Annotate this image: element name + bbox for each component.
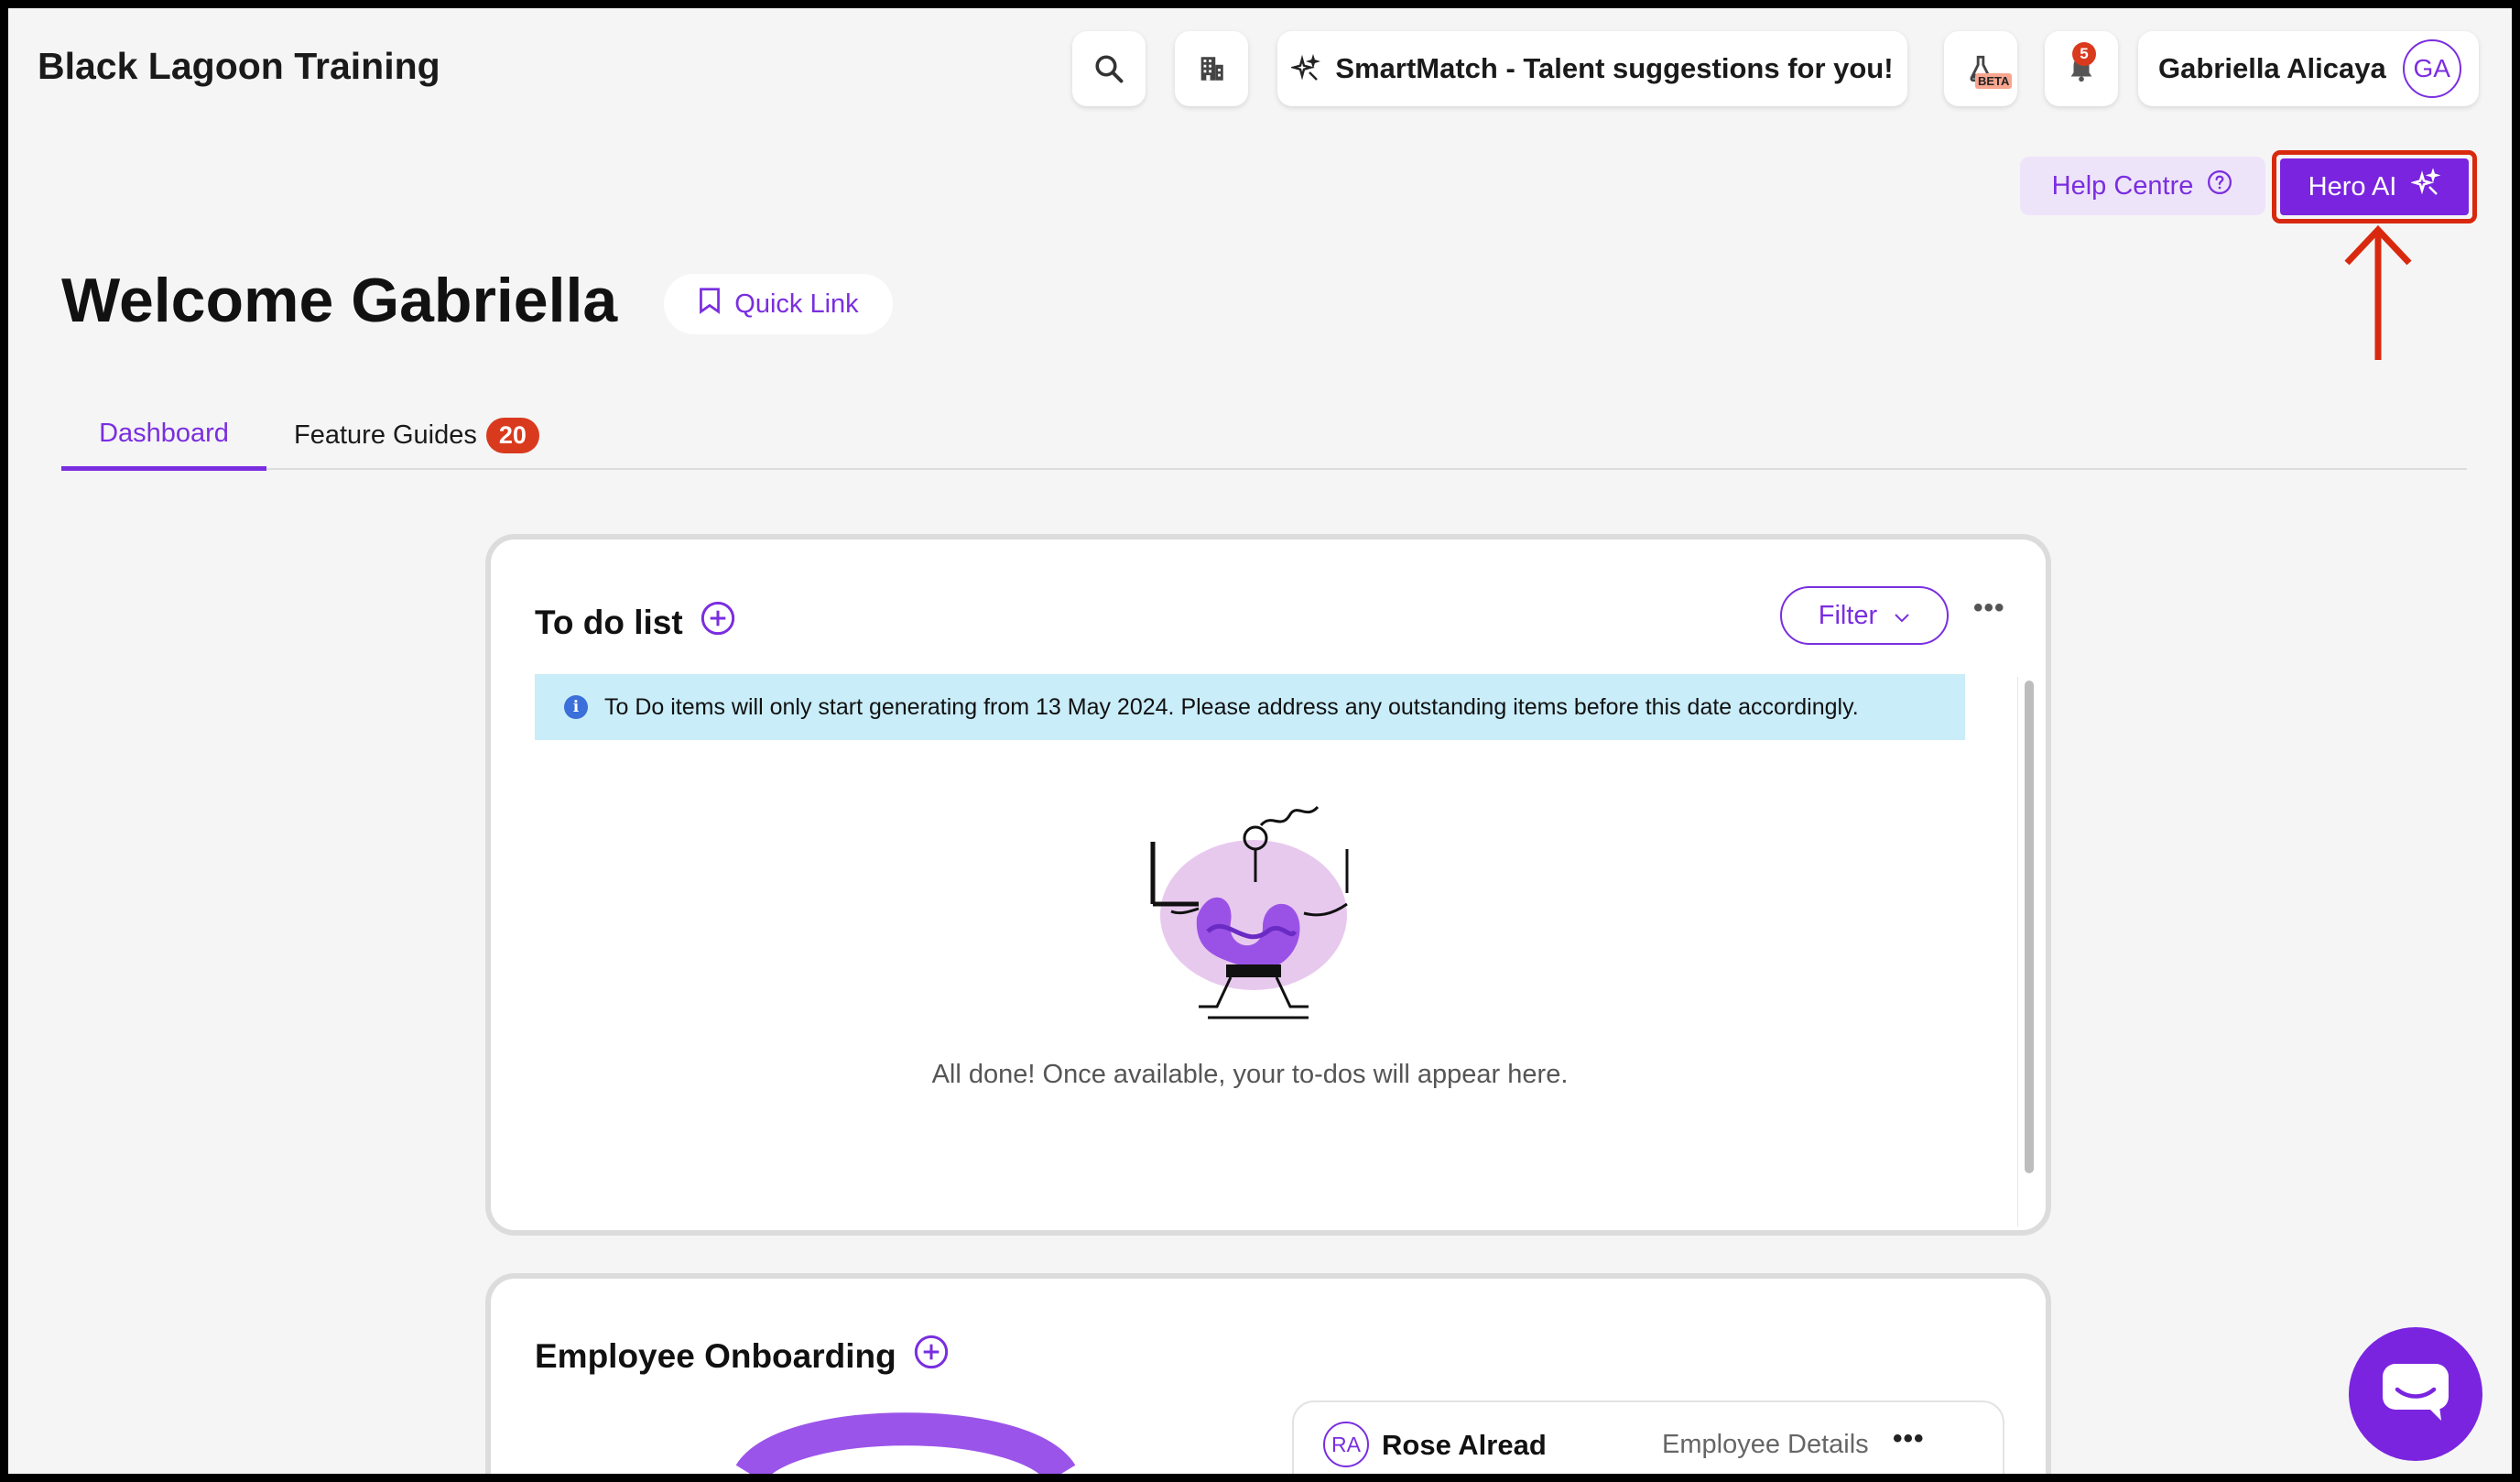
- bookmark-icon: [698, 287, 722, 321]
- quick-link-label: Quick Link: [734, 289, 859, 319]
- info-icon: i: [564, 695, 588, 719]
- employee-details-link[interactable]: Employee Details: [1662, 1430, 1869, 1460]
- chat-bubble-icon: [2381, 1362, 2450, 1427]
- tab-dashboard[interactable]: Dashboard: [61, 400, 266, 471]
- feature-guides-count-badge: 20: [485, 417, 539, 453]
- user-menu-button[interactable]: Gabriella Alicaya GA: [2138, 31, 2479, 106]
- todo-title: To do list: [535, 603, 683, 641]
- page-title: Welcome Gabriella: [61, 266, 618, 335]
- quick-link-button[interactable]: Quick Link: [664, 274, 893, 334]
- chat-launcher-button[interactable]: [2349, 1327, 2482, 1461]
- hero-ai-highlight: Hero AI: [2272, 150, 2477, 223]
- hero-ai-label: Hero AI: [2308, 171, 2397, 202]
- tab-bar: Dashboard Feature Guides 20: [61, 400, 2467, 471]
- employee-more-options-icon[interactable]: •••: [1893, 1423, 1925, 1455]
- todo-empty-message: All done! Once available, your to-dos wi…: [931, 1060, 1569, 1089]
- question-circle-icon: [2206, 169, 2233, 203]
- onboarding-title: Employee Onboarding: [535, 1336, 896, 1375]
- help-centre-label: Help Centre: [2051, 170, 2194, 201]
- sparkle-icon: [2410, 167, 2441, 205]
- onboarding-title-row: Employee Onboarding: [535, 1334, 950, 1378]
- organisation-button[interactable]: [1175, 31, 1248, 106]
- tab-label: Feature Guides: [294, 420, 477, 450]
- filter-label: Filter: [1818, 600, 1878, 630]
- tab-feature-guides[interactable]: Feature Guides 20: [294, 400, 539, 470]
- todo-info-banner: i To Do items will only start generating…: [535, 674, 1965, 740]
- filter-dropdown[interactable]: Filter: [1780, 586, 1949, 645]
- todo-title-row: To do list: [535, 600, 736, 645]
- tab-label: Dashboard: [99, 418, 229, 448]
- company-name: Black Lagoon Training: [38, 45, 440, 87]
- add-onboarding-icon[interactable]: [913, 1334, 950, 1378]
- todo-scrollbar-thumb[interactable]: [2025, 681, 2034, 1173]
- smartmatch-button[interactable]: SmartMatch - Talent suggestions for you!: [1277, 31, 1907, 106]
- app-frame: Black Lagoon Training SmartMatch - Talen…: [8, 8, 2512, 1474]
- annotation-arrow-icon: [2344, 224, 2412, 360]
- notification-count-badge: 5: [2072, 42, 2096, 66]
- user-avatar: GA: [2402, 39, 2461, 98]
- beta-labs-button[interactable]: BETA: [1944, 31, 2017, 106]
- beta-badge: BETA: [1975, 73, 2013, 89]
- notifications-button[interactable]: 5: [2045, 31, 2118, 106]
- user-name: Gabriella Alicaya: [2158, 52, 2386, 84]
- help-centre-button[interactable]: Help Centre: [2020, 157, 2265, 215]
- employee-avatar: RA: [1323, 1422, 1369, 1467]
- sparkle-icon: [1291, 54, 1321, 83]
- todo-more-options-icon[interactable]: •••: [1973, 593, 2005, 624]
- smartmatch-label: SmartMatch - Talent suggestions for you!: [1335, 52, 1894, 84]
- chevron-down-icon: [1894, 601, 1910, 631]
- hero-ai-button[interactable]: Hero AI: [2280, 158, 2469, 215]
- todo-info-text: To Do items will only start generating f…: [604, 693, 1859, 720]
- onboarding-progress-ring: [735, 1412, 1076, 1474]
- add-todo-icon[interactable]: [700, 600, 736, 645]
- search-button[interactable]: [1072, 31, 1146, 106]
- search-icon: [1092, 52, 1125, 85]
- all-done-illustration: [1150, 805, 1349, 1019]
- employee-name: Rose Alread: [1382, 1429, 1547, 1461]
- building-icon: [1196, 53, 1227, 84]
